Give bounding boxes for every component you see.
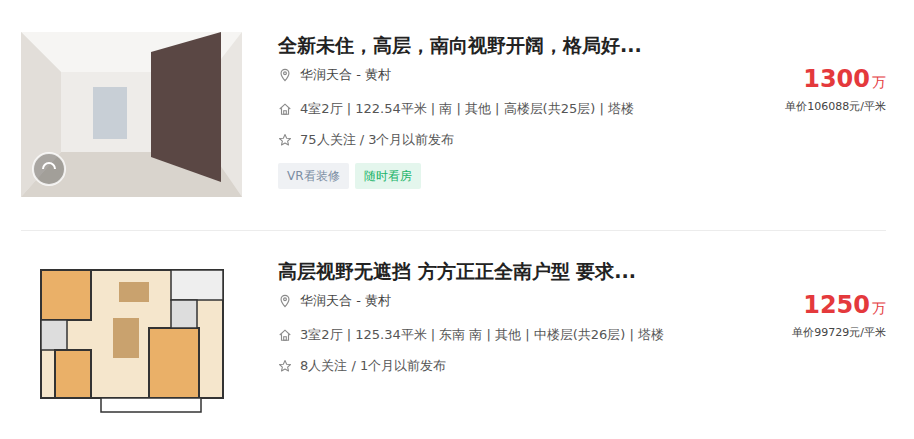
- location-pin-icon: [278, 68, 292, 82]
- house-info: 3室2厅 | 125.34平米 | 东南 南 | 其他 | 中楼层(共26层) …: [300, 326, 664, 344]
- house-icon: [278, 328, 292, 342]
- unit-price: 单价106088元/平米: [756, 99, 886, 114]
- house-icon: [278, 102, 292, 116]
- location-row: 华润天合 - 黄村: [278, 65, 720, 85]
- follow-row: 75人关注 / 3个月以前发布: [278, 130, 720, 150]
- listing-card[interactable]: 全新未住，高层，南向视野开阔，格局好... 华润天合 - 黄村 4室2厅 | 1…: [21, 0, 886, 231]
- price-block: 1300万 单价106088元/平米: [756, 32, 886, 114]
- location-pin-icon: [278, 294, 292, 308]
- follow-info: 75人关注 / 3个月以前发布: [300, 131, 454, 149]
- listing-image[interactable]: [21, 258, 242, 423]
- listing-info: 高层视野无遮挡 方方正正全南户型 要求... 华润天合 - 黄村 3室2厅 | …: [278, 258, 720, 387]
- location-row: 华润天合 - 黄村: [278, 291, 720, 311]
- star-icon[interactable]: [278, 133, 292, 147]
- star-icon[interactable]: [278, 359, 292, 373]
- listing-list: 全新未住，高层，南向视野开阔，格局好... 华润天合 - 黄村 4室2厅 | 1…: [0, 0, 914, 439]
- tag: 随时看房: [355, 163, 421, 189]
- listing-title[interactable]: 全新未住，高层，南向视野开阔，格局好...: [278, 32, 720, 58]
- vr-icon[interactable]: [31, 151, 67, 187]
- follow-row: 8人关注 / 1个月以前发布: [278, 356, 720, 376]
- floorplan-image: [21, 258, 242, 423]
- house-info: 4室2厅 | 122.54平米 | 南 | 其他 | 高楼层(共25层) | 塔…: [300, 100, 634, 118]
- listing-title[interactable]: 高层视野无遮挡 方方正正全南户型 要求...: [278, 258, 720, 284]
- listing-image[interactable]: [21, 32, 242, 197]
- total-price: 1300万: [756, 65, 886, 93]
- follow-info: 8人关注 / 1个月以前发布: [300, 357, 446, 375]
- unit-price: 单价99729元/平米: [756, 325, 886, 340]
- price-block: 1250万 单价99729元/平米: [756, 258, 886, 340]
- tag: VR看装修: [278, 163, 349, 189]
- listing-card[interactable]: 高层视野无遮挡 方方正正全南户型 要求... 华润天合 - 黄村 3室2厅 | …: [21, 231, 886, 439]
- tag-list: VR看装修随时看房: [278, 163, 720, 189]
- house-info-row: 3室2厅 | 125.34平米 | 东南 南 | 其他 | 中楼层(共26层) …: [278, 325, 720, 345]
- location-link[interactable]: 华润天合 - 黄村: [300, 66, 391, 84]
- total-price: 1250万: [756, 291, 886, 319]
- house-info-row: 4室2厅 | 122.54平米 | 南 | 其他 | 高楼层(共25层) | 塔…: [278, 99, 720, 119]
- location-link[interactable]: 华润天合 - 黄村: [300, 292, 391, 310]
- listing-info: 全新未住，高层，南向视野开阔，格局好... 华润天合 - 黄村 4室2厅 | 1…: [278, 32, 720, 189]
